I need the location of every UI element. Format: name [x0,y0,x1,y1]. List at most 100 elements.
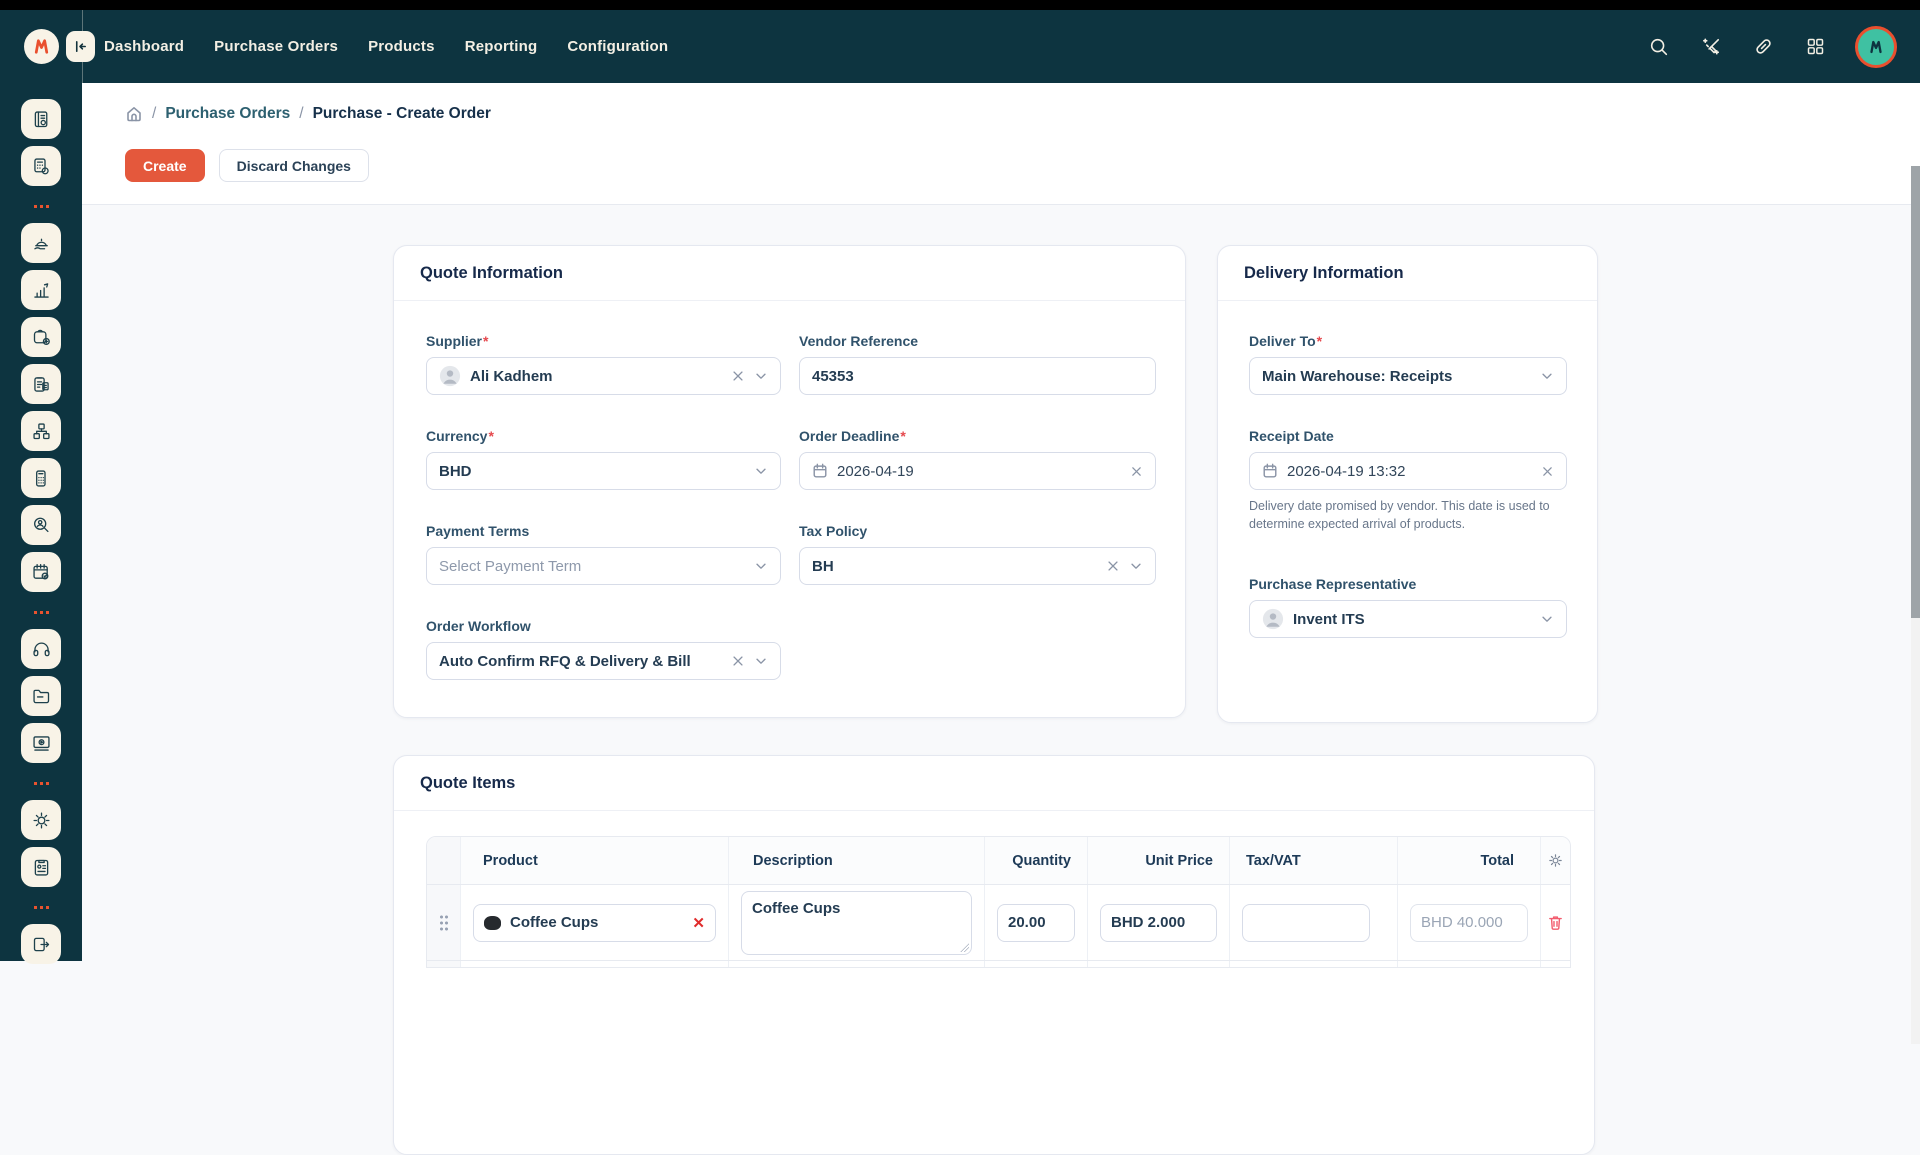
calendar-icon [812,463,828,479]
supplier-field: Supplier* Ali Kadhem [426,333,781,395]
scale-icon[interactable] [21,317,61,357]
deliver-to-select[interactable]: Main Warehouse: Receipts [1249,357,1567,395]
currency-label: Currency [426,428,487,444]
discard-changes-button[interactable]: Discard Changes [219,149,369,182]
unit-price-input[interactable] [1100,904,1217,942]
receipt-date-input[interactable]: 2026-04-19 13:32 [1249,452,1567,490]
home-icon[interactable] [125,105,143,123]
product-name: Coffee Cups [510,914,683,931]
menu-item-reporting[interactable]: Reporting [465,38,538,55]
chevron-down-icon[interactable] [754,559,768,573]
folder-icon[interactable] [21,676,61,716]
scrollbar-thumb[interactable] [1911,166,1920,618]
breadcrumb-purchase-orders[interactable]: Purchase Orders [165,105,290,123]
user-avatar[interactable] [1855,26,1897,68]
delete-row-icon[interactable] [1547,914,1564,931]
quantity-input[interactable] [997,904,1075,942]
sidebar-divider [34,611,49,614]
table-header-row: Product Description Quantity Unit Price … [427,837,1570,885]
vendor-reference-input[interactable] [799,357,1156,395]
chevron-down-icon[interactable] [1540,369,1554,383]
presentation-icon[interactable] [21,723,61,763]
delivery-information-panel: Delivery Information Deliver To* Main Wa… [1217,245,1598,723]
clear-icon[interactable] [1541,465,1554,478]
hierarchy-icon[interactable] [21,411,61,451]
journal-icon[interactable] [21,99,61,139]
chevron-down-icon[interactable] [754,654,768,668]
order-workflow-select[interactable]: Auto Confirm RFQ & Delivery & Bill [426,642,781,680]
supplier-select[interactable]: Ali Kadhem [426,357,781,395]
recruitment-search-icon[interactable] [21,505,61,545]
serving-icon[interactable] [21,223,61,263]
tax-policy-label: Tax Policy [799,523,1156,539]
clear-icon[interactable] [731,369,745,383]
tax-policy-select[interactable]: BH [799,547,1156,585]
order-workflow-field: Order Workflow Auto Confirm RFQ & Delive… [426,618,781,680]
chevron-down-icon[interactable] [1540,612,1554,626]
order-deadline-input[interactable]: 2026-04-19 [799,452,1156,490]
payment-terms-field: Payment Terms Select Payment Term [426,523,781,585]
clear-icon[interactable] [1106,559,1120,573]
deliver-to-value: Main Warehouse: Receipts [1262,368,1531,385]
search-icon[interactable] [1647,35,1671,59]
clear-icon[interactable] [731,654,745,668]
currency-select[interactable]: BHD [426,452,781,490]
drag-handle[interactable] [439,914,448,931]
page-actions: Create Discard Changes [125,149,369,182]
chevron-down-icon[interactable] [1129,559,1143,573]
quote-information-title: Quote Information [420,264,563,283]
tax-input[interactable] [1242,904,1370,942]
breadcrumb-separator: / [152,105,156,123]
column-header-tax: Tax/VAT [1230,837,1398,884]
create-button[interactable]: Create [125,149,205,182]
tax-policy-field: Tax Policy BH [799,523,1156,585]
payment-terms-select[interactable]: Select Payment Term [426,547,781,585]
top-navbar: Dashboard Purchase Orders Products Repor… [0,10,1920,83]
remove-product-icon[interactable]: ✕ [692,914,705,932]
total-cell [1398,885,1541,960]
product-cell: Coffee Cups ✕ [461,885,729,960]
tax-policy-value: BH [812,558,1097,575]
sidebar-collapse-button[interactable] [66,31,95,62]
quantity-cell [985,885,1088,960]
vendor-reference-label: Vendor Reference [799,333,1156,349]
page-header-band: / Purchase Orders / Purchase - Create Or… [82,83,1920,205]
calculator-icon[interactable] [21,146,61,186]
currency-value: BHD [439,463,745,480]
page-title: Purchase - Create Order [313,105,491,123]
settings-gear-icon[interactable] [21,800,61,840]
employee-card-icon[interactable] [21,847,61,887]
calendar-icon [1262,463,1278,479]
unit-price-cell [1088,885,1230,960]
calendar-check-icon[interactable] [21,552,61,592]
purchase-representative-select[interactable]: Invent ITS [1249,600,1567,638]
quote-items-title: Quote Items [420,774,515,793]
menu-item-dashboard[interactable]: Dashboard [104,38,184,55]
ai-wand-icon[interactable] [1699,35,1723,59]
menu-item-purchase-orders[interactable]: Purchase Orders [214,38,338,55]
chevron-down-icon[interactable] [754,369,768,383]
product-select[interactable]: Coffee Cups ✕ [473,904,716,942]
breadcrumb-separator: / [299,105,303,123]
menu-item-products[interactable]: Products [368,38,435,55]
growth-chart-icon[interactable] [21,270,61,310]
column-header-quantity: Quantity [985,837,1088,884]
pos-terminal-icon[interactable] [21,458,61,498]
chevron-down-icon[interactable] [754,464,768,478]
menu-item-configuration[interactable]: Configuration [567,38,668,55]
table-settings-gear-icon[interactable] [1547,852,1564,869]
description-textarea[interactable]: Coffee Cups [741,891,972,955]
description-cell: Coffee Cups [729,885,985,960]
page-scrollbar [1911,166,1920,1044]
product-thumbnail [484,916,501,930]
attachment-icon[interactable] [1751,35,1775,59]
clipboard-icon[interactable] [21,364,61,404]
app-logo[interactable] [24,29,59,64]
receipt-date-field: Receipt Date 2026-04-19 13:32 Delivery d… [1249,428,1567,533]
vendor-reference-field: Vendor Reference [799,333,1156,395]
logout-icon[interactable] [21,924,61,964]
payment-terms-placeholder: Select Payment Term [439,558,745,575]
apps-grid-icon[interactable] [1803,35,1827,59]
headset-icon[interactable] [21,629,61,669]
clear-icon[interactable] [1130,465,1143,478]
